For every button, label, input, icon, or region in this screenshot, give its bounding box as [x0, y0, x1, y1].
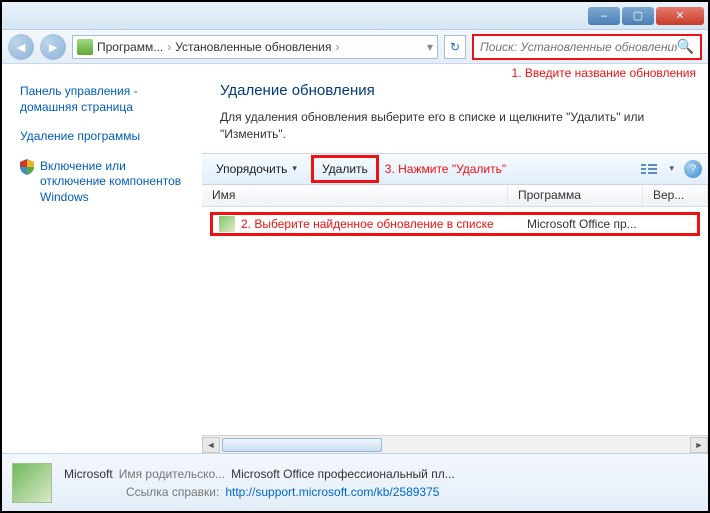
horizontal-scrollbar[interactable]: ◄ ► — [202, 435, 708, 453]
main-pane: Удаление обновления Для удаления обновле… — [202, 64, 708, 453]
sidebar-link-windows-features[interactable]: Включение или отключение компонентов Win… — [20, 159, 194, 206]
sidebar-link-uninstall-program[interactable]: Удаление программы — [20, 129, 194, 145]
details-parent-label: Имя родительско... — [119, 465, 225, 483]
column-version[interactable]: Вер... — [643, 185, 708, 206]
breadcrumb-installed-updates[interactable]: Установленные обновления — [175, 40, 331, 54]
scrollbar-thumb[interactable] — [222, 438, 382, 452]
uninstall-button[interactable]: Удалить — [311, 155, 379, 183]
nav-forward-button[interactable]: ► — [40, 34, 66, 60]
search-icon[interactable]: 🔍 — [677, 38, 694, 55]
titlebar: – ▢ ✕ — [2, 2, 708, 30]
maximize-button[interactable]: ▢ — [622, 7, 654, 25]
organize-button[interactable]: Упорядочить — [208, 158, 305, 180]
minimize-button[interactable]: – — [588, 7, 620, 25]
breadcrumb-programs[interactable]: Программ... — [97, 40, 163, 54]
scroll-left-arrow-icon[interactable]: ◄ — [202, 437, 220, 453]
annotation-step2: 2. Выберите найденное обновление в списк… — [241, 217, 523, 231]
update-large-icon — [12, 463, 52, 503]
nav-bar: ◄ ► Программ... › Установленные обновлен… — [2, 30, 708, 64]
sidebar-link-control-panel-home[interactable]: Панель управления - домашняя страница — [20, 84, 194, 115]
search-box-highlight: 🔍 — [472, 34, 702, 60]
nav-back-button[interactable]: ◄ — [8, 34, 34, 60]
row-program-value: Microsoft Office пр... — [523, 217, 637, 231]
window-buttons: – ▢ ✕ — [588, 7, 704, 25]
breadcrumb-sep-icon: › — [335, 40, 339, 54]
view-options-icon[interactable] — [641, 162, 659, 176]
update-icon — [219, 216, 235, 232]
scroll-right-arrow-icon[interactable]: ► — [690, 437, 708, 453]
address-bar[interactable]: Программ... › Установленные обновления ›… — [72, 35, 438, 59]
details-help-label: Ссылка справки: — [126, 483, 219, 501]
details-vendor: Microsoft — [64, 465, 113, 483]
page-description: Для удаления обновления выберите его в с… — [220, 109, 690, 143]
column-program[interactable]: Программа — [508, 185, 643, 206]
sidebar: Панель управления - домашняя страница Уд… — [2, 64, 202, 453]
close-button[interactable]: ✕ — [656, 7, 704, 25]
address-dropdown-icon[interactable]: ▾ — [427, 40, 433, 54]
search-input[interactable] — [480, 40, 677, 54]
updates-list[interactable]: 2. Выберите найденное обновление в списк… — [202, 207, 708, 435]
list-header: Имя Программа Вер... — [202, 185, 708, 207]
refresh-button[interactable]: ↻ — [444, 35, 466, 59]
help-icon[interactable]: ? — [684, 160, 702, 178]
window-body: Панель управления - домашняя страница Уд… — [2, 64, 708, 453]
annotation-step1: 1. Введите название обновления — [512, 66, 696, 80]
chevron-down-icon[interactable]: ▾ — [669, 163, 674, 174]
explorer-window: – ▢ ✕ ◄ ► Программ... › Установленные об… — [0, 0, 710, 513]
details-pane: Microsoft Имя родительско... Microsoft O… — [2, 453, 708, 511]
shield-icon — [20, 159, 34, 175]
programs-icon — [77, 39, 93, 55]
sidebar-item-label: Включение или отключение компонентов Win… — [40, 159, 194, 206]
page-title: Удаление обновления — [220, 82, 690, 99]
breadcrumb-sep-icon: › — [167, 40, 171, 54]
list-row-highlight[interactable]: 2. Выберите найденное обновление в списк… — [210, 212, 700, 236]
details-parent-value: Microsoft Office профессиональный пл... — [231, 465, 455, 483]
details-help-link[interactable]: http://support.microsoft.com/kb/2589375 — [225, 483, 439, 501]
toolbar: Упорядочить Удалить 3. Нажмите "Удалить"… — [202, 153, 708, 185]
annotation-step3: 3. Нажмите "Удалить" — [385, 162, 506, 176]
column-name[interactable]: Имя — [202, 185, 508, 206]
